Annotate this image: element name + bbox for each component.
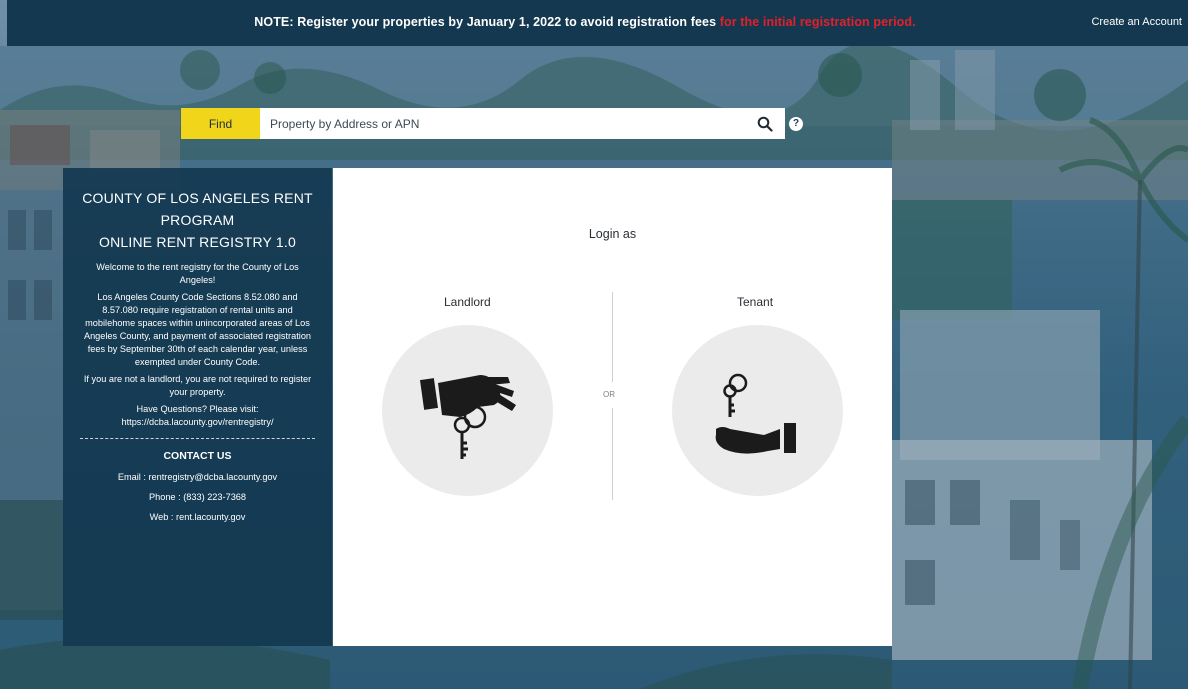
or-label: OR bbox=[603, 390, 615, 399]
contact-web[interactable]: Web : rent.lacounty.gov bbox=[63, 512, 332, 522]
panel-divider bbox=[80, 438, 315, 439]
find-label: Find bbox=[181, 108, 260, 139]
search-icon[interactable] bbox=[757, 116, 773, 132]
tenant-login-button[interactable] bbox=[672, 325, 843, 496]
hand-holding-keys-icon bbox=[419, 375, 516, 459]
contact-email[interactable]: Email : rentregistry@dcba.lacounty.gov bbox=[63, 472, 332, 482]
registration-notice: NOTE: Register your properties by Januar… bbox=[7, 15, 1188, 29]
page: NOTE: Register your properties by Januar… bbox=[0, 0, 1188, 689]
program-title-line-3: ONLINE RENT REGISTRY 1.0 bbox=[99, 234, 296, 250]
or-divider-top bbox=[612, 292, 613, 382]
property-search-input[interactable] bbox=[260, 108, 785, 139]
top-notice-bar: NOTE: Register your properties by Januar… bbox=[7, 0, 1188, 46]
tenant-label[interactable]: Tenant bbox=[737, 295, 773, 309]
contact-phone: Phone : (833) 223-7368 bbox=[148, 492, 247, 502]
login-card: Login as Landlord Tenant OR bbox=[333, 168, 892, 646]
help-icon[interactable]: ? bbox=[789, 117, 803, 131]
landlord-login-button[interactable] bbox=[382, 325, 553, 496]
info-text: Welcome to the rent registry for the Cou… bbox=[81, 261, 314, 429]
contact-title: CONTACT US bbox=[163, 450, 232, 462]
questions-url[interactable]: https://dcba.lacounty.gov/rentregistry/ bbox=[81, 416, 314, 429]
or-divider-bottom bbox=[612, 408, 613, 500]
landlord-label[interactable]: Landlord bbox=[444, 295, 491, 309]
notice-highlight-text: for the initial registration period. bbox=[719, 15, 916, 29]
questions-text: Have Questions? Please visit: bbox=[136, 404, 259, 414]
welcome-text: Welcome to the rent registry for the Cou… bbox=[96, 262, 299, 285]
county-code-text: Los Angeles County Code Sections 8.52.08… bbox=[83, 292, 312, 367]
program-title-line-1: COUNTY OF LOS ANGELES RENT bbox=[82, 190, 313, 206]
login-title: Login as bbox=[588, 227, 637, 241]
program-title-line-2: PROGRAM bbox=[160, 212, 235, 228]
program-title: COUNTY OF LOS ANGELES RENT PROGRAM ONLIN… bbox=[79, 187, 316, 253]
info-panel: COUNTY OF LOS ANGELES RENT PROGRAM ONLIN… bbox=[63, 168, 332, 646]
not-landlord-text: If you are not a landlord, you are not r… bbox=[83, 374, 312, 397]
notice-text: NOTE: Register your properties by Januar… bbox=[254, 15, 717, 29]
create-account-link[interactable]: Create an Account bbox=[1091, 16, 1182, 28]
hand-receiving-key-icon bbox=[715, 373, 796, 454]
